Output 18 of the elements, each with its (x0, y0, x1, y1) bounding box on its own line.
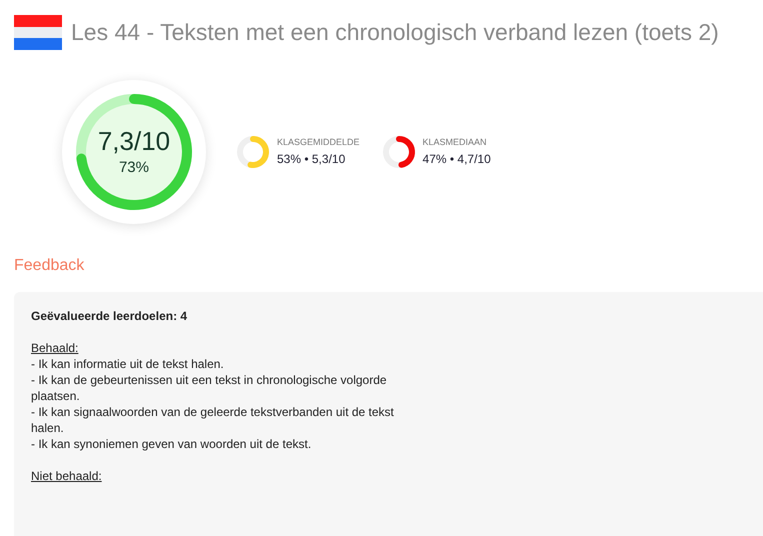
learning-goal: - Ik kan signaalwoorden van de geleerde tekstverbanden uit de tekst halen. (31, 404, 395, 436)
learning-goal: - Ik kan informatie uit de tekst halen. (31, 356, 225, 372)
score-grade: 7,3/10 (98, 124, 170, 157)
stat-label: KLASMEDIAAN (422, 136, 488, 150)
stat-value: 53% • 5,3/10 (277, 150, 346, 168)
stat-value: 47% • 4,7/10 (422, 150, 491, 168)
score-percent: 73% (118, 158, 149, 178)
flag-icon (14, 15, 62, 50)
section-title: Behaald: (31, 340, 80, 356)
stat-label: KLASGEMIDDELDE (277, 136, 360, 150)
feedback-heading: Geëvalueerde leerdoelen: 4 (31, 308, 188, 324)
donut-chart-icon (382, 135, 416, 169)
donut-chart-icon (236, 135, 270, 169)
section-title: Niet behaald: (31, 468, 103, 484)
page-title: Les 44 - Teksten met een chronologisch verband lezen (toets 2) (71, 18, 719, 48)
learning-goal: - Ik kan de gebeurtenissen uit een tekst in chronologische volgorde plaatsen. (31, 372, 388, 404)
feedback-title: Feedback (13, 256, 86, 276)
learning-goal: - Ik kan synoniemen geven van woorden uit de tekst. (31, 436, 312, 452)
